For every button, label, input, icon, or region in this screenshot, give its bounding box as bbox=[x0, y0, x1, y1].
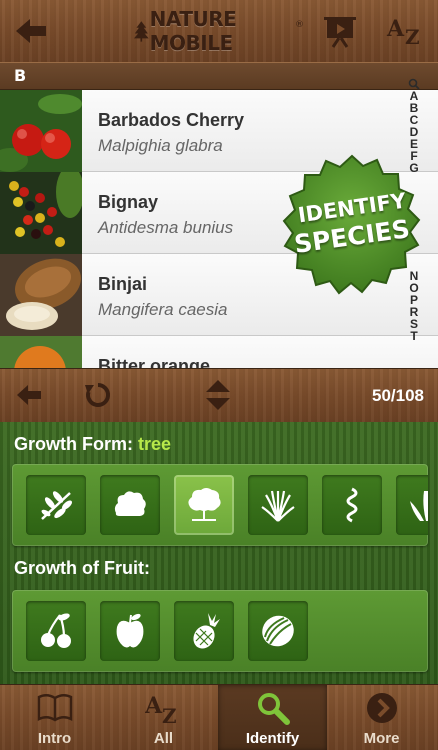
shrub-icon bbox=[114, 491, 146, 516]
common-name: Bitter orange bbox=[98, 356, 211, 368]
pineapple-icon bbox=[193, 613, 220, 649]
apple-icon bbox=[116, 613, 144, 648]
branch-icon bbox=[41, 491, 72, 520]
back-arrow-icon[interactable] bbox=[16, 383, 42, 407]
section-header: B bbox=[0, 62, 438, 90]
svg-text:A: A bbox=[386, 16, 405, 42]
cherry-option[interactable] bbox=[26, 601, 86, 661]
common-name: Binjai bbox=[98, 274, 148, 294]
list-item[interactable]: Bitter orange bbox=[0, 336, 438, 368]
svg-text:Z: Z bbox=[405, 25, 420, 48]
growth-of-fruit-options[interactable] bbox=[12, 590, 428, 672]
common-name: Bignay bbox=[98, 192, 159, 212]
tree-option[interactable] bbox=[174, 475, 234, 535]
grass-option[interactable] bbox=[248, 475, 308, 535]
az-sort-icon[interactable]: A Z bbox=[386, 14, 426, 48]
apple-option[interactable] bbox=[100, 601, 160, 661]
result-counter: 50/108 bbox=[372, 386, 424, 405]
growth-form-label: Growth Form: tree bbox=[14, 434, 171, 455]
svg-text:A: A bbox=[145, 693, 163, 719]
brand-name: NATURE MOBILE bbox=[149, 7, 237, 55]
svg-text:Z: Z bbox=[162, 704, 177, 725]
presentation-icon[interactable] bbox=[322, 14, 358, 48]
growth-form-title: Growth Form: bbox=[14, 434, 133, 454]
brand-logo: NATURE MOBILE ® bbox=[134, 7, 304, 55]
tab-identify-label: Identify bbox=[245, 730, 300, 747]
tab-bar: Intro A Z All Identify More bbox=[0, 684, 438, 750]
growth-of-fruit-label: Growth of Fruit: bbox=[14, 558, 150, 578]
latin-name: Mangifera caesia bbox=[98, 300, 228, 319]
results-nav-bar: 50/108 bbox=[0, 368, 438, 422]
back-arrow-icon[interactable] bbox=[14, 16, 48, 46]
tab-identify[interactable]: Identify bbox=[218, 685, 327, 750]
az-icon: A Z bbox=[145, 693, 177, 725]
species-thumbnail bbox=[0, 172, 82, 254]
latin-name: Malpighia glabra bbox=[98, 136, 223, 155]
growth-form-value: tree bbox=[138, 434, 172, 454]
vine-option[interactable] bbox=[322, 475, 382, 535]
more-arrow-icon bbox=[367, 693, 397, 723]
sort-up-down-icon[interactable] bbox=[204, 379, 232, 411]
aloe-icon bbox=[410, 491, 428, 521]
book-icon bbox=[37, 694, 73, 722]
registered-mark: ® bbox=[295, 20, 304, 30]
tree-icon bbox=[188, 488, 221, 521]
section-letter: B bbox=[14, 66, 27, 85]
species-thumbnail bbox=[0, 336, 82, 368]
latin-name: Antidesma bunius bbox=[98, 218, 234, 237]
identify-species-badge[interactable]: IDENTIFY SPECIES bbox=[274, 146, 430, 302]
index-letter[interactable]: T bbox=[410, 330, 417, 342]
tab-more-label: More bbox=[363, 730, 400, 747]
magnifier-icon bbox=[258, 693, 290, 725]
tab-all-label: All bbox=[153, 730, 174, 747]
shrub-option[interactable] bbox=[100, 475, 160, 535]
top-bar: NATURE MOBILE ® A Z bbox=[0, 0, 438, 62]
pineapple-option[interactable] bbox=[174, 601, 234, 661]
grass-icon bbox=[261, 490, 295, 522]
vine-icon bbox=[346, 487, 358, 523]
tab-intro-label: Intro bbox=[37, 730, 72, 747]
species-thumbnail bbox=[0, 90, 82, 172]
growth-form-options[interactable] bbox=[12, 464, 428, 546]
common-name: Barbados Cherry bbox=[98, 110, 245, 130]
tab-more[interactable]: More bbox=[327, 685, 436, 750]
tree-logo-icon bbox=[134, 21, 149, 42]
cherry-icon bbox=[41, 613, 71, 648]
aloe-option[interactable] bbox=[396, 475, 428, 535]
identify-filter-panel: Growth Form: tree Growth of Fruit: bbox=[0, 422, 438, 684]
melon-icon bbox=[262, 615, 294, 647]
melon-option[interactable] bbox=[248, 601, 308, 661]
reset-icon[interactable] bbox=[84, 381, 112, 409]
tab-intro[interactable]: Intro bbox=[0, 685, 109, 750]
tab-all[interactable]: A Z All bbox=[109, 685, 218, 750]
branch-option[interactable] bbox=[26, 475, 86, 535]
species-thumbnail bbox=[0, 254, 82, 336]
